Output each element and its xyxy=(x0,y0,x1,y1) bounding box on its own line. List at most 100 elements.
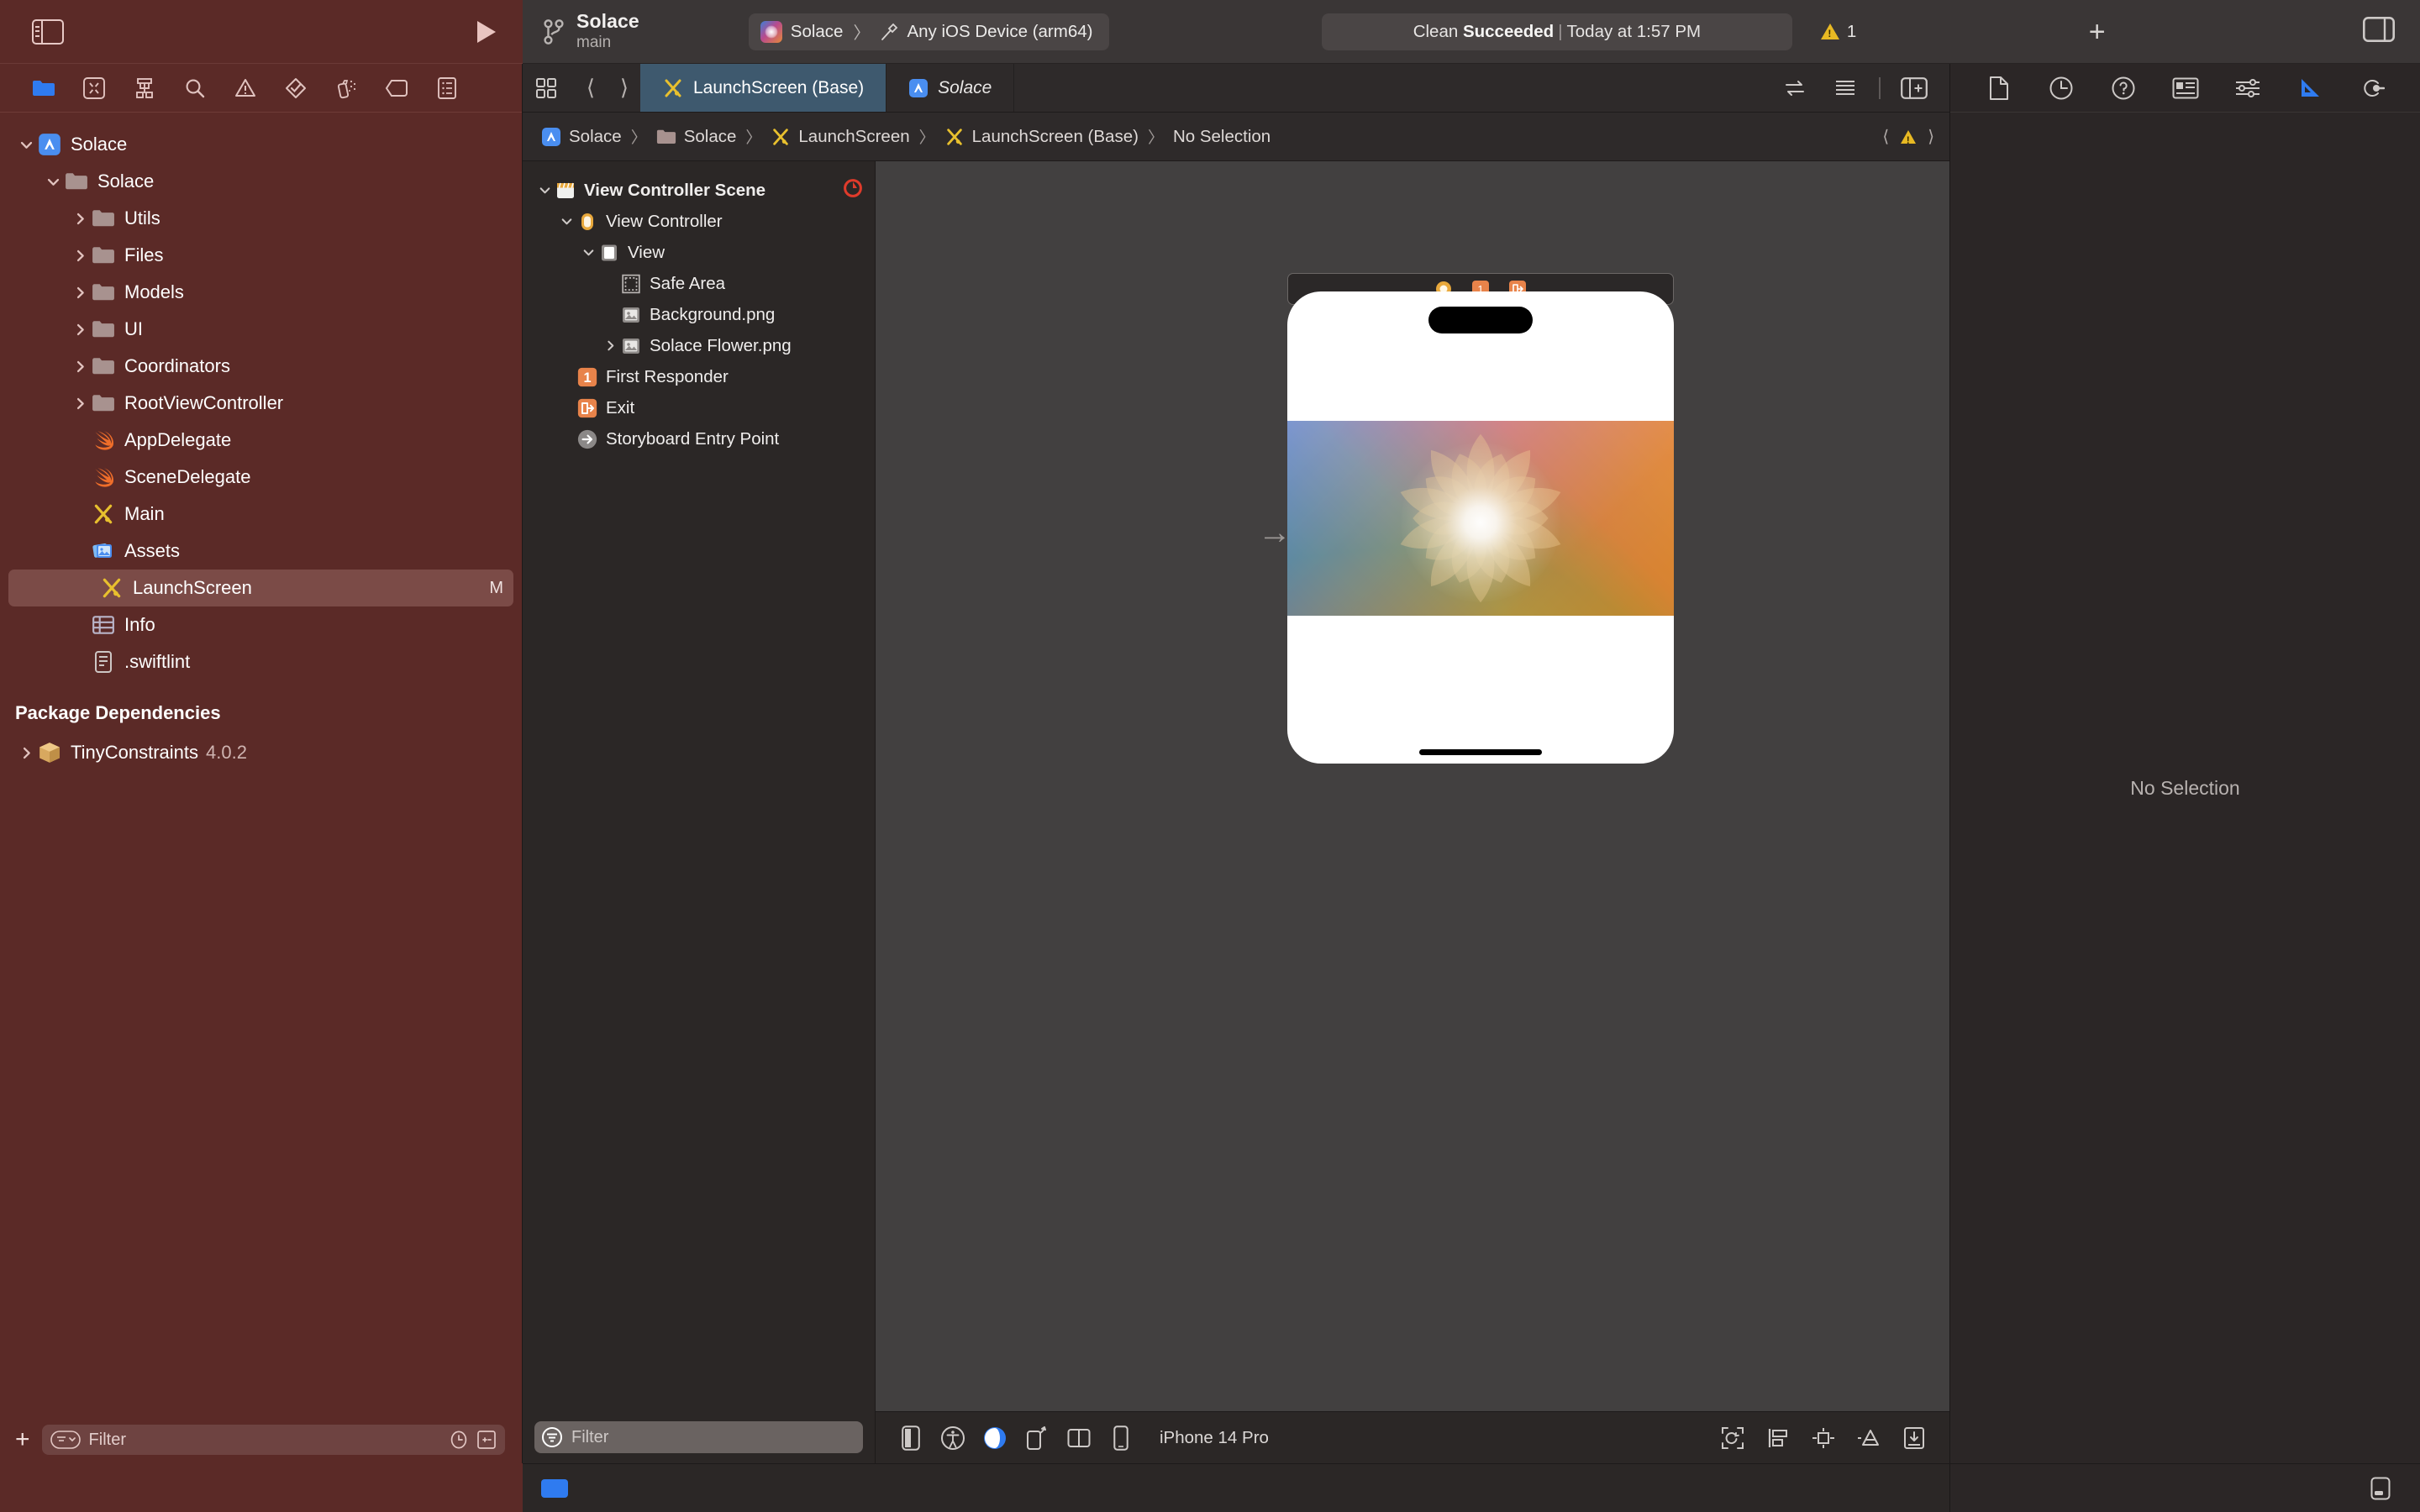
disclosure-triangle[interactable] xyxy=(15,746,37,760)
navigator-row[interactable]: Models xyxy=(0,274,522,311)
outline-row[interactable]: Storyboard Entry Point xyxy=(523,423,875,454)
navigator-row[interactable]: Assets xyxy=(0,533,522,570)
navigator-row[interactable]: Main xyxy=(0,496,522,533)
device-preview[interactable] xyxy=(1287,291,1674,764)
zoom-to-fit-button[interactable] xyxy=(1714,1421,1751,1455)
warning-triangle-icon[interactable] xyxy=(1901,129,1917,146)
scheme-info[interactable]: Solace main xyxy=(576,11,639,52)
sidebar-right-icon[interactable] xyxy=(2317,16,2396,46)
outline-filter-input[interactable]: Filter xyxy=(534,1421,863,1453)
chevron-down-icon[interactable] xyxy=(46,175,60,189)
connections-inspector-tab[interactable] xyxy=(2355,71,2389,105)
activity-status-pill[interactable]: Clean Succeeded | Today at 1:57 PM xyxy=(1321,13,1792,50)
outline-row[interactable]: Solace Flower.png xyxy=(523,330,875,361)
sidebar-item-test-navigator[interactable] xyxy=(271,70,321,107)
tab-launchscreen-base[interactable]: LaunchScreen (Base) xyxy=(640,64,887,112)
navigator-row[interactable]: Utils xyxy=(0,200,522,237)
navigator-row[interactable]: Solace xyxy=(0,163,522,200)
breadcrumb-item[interactable]: Solace xyxy=(541,127,622,147)
tab-solace[interactable]: Solace xyxy=(886,64,1015,112)
background-image-view[interactable] xyxy=(1287,421,1674,616)
chevron-left-icon[interactable]: ⟨ xyxy=(575,75,607,101)
size-inspector-tab[interactable] xyxy=(2293,71,2327,105)
navigator-filter-input[interactable]: Filter xyxy=(41,1425,505,1455)
align-button[interactable] xyxy=(1760,1421,1797,1455)
disclosure-triangle[interactable] xyxy=(600,339,620,352)
disclosure-triangle[interactable] xyxy=(69,323,91,337)
disclosure-triangle[interactable] xyxy=(69,212,91,226)
add-editor-icon[interactable] xyxy=(1891,76,1938,99)
orientation-button[interactable] xyxy=(1018,1421,1055,1455)
disclosure-triangle[interactable] xyxy=(69,396,91,411)
breadcrumb-item[interactable]: Solace xyxy=(656,127,736,147)
plus-icon[interactable]: + xyxy=(15,1427,30,1452)
outline-row[interactable]: Exit xyxy=(523,392,875,423)
activity-blue-icon[interactable] xyxy=(541,1478,568,1498)
editor-grid-icon[interactable] xyxy=(523,64,570,112)
chevron-right-icon[interactable] xyxy=(19,746,34,760)
navigator-row[interactable]: Solace xyxy=(0,126,522,163)
split-view-button[interactable] xyxy=(1060,1421,1097,1455)
warning-indicator[interactable]: 1 xyxy=(1820,22,1856,42)
chevron-right-icon[interactable] xyxy=(73,212,87,226)
navigator-row[interactable]: Coordinators xyxy=(0,348,522,385)
breadcrumb-item[interactable]: No Selection xyxy=(1173,127,1270,147)
console-toggle-icon[interactable] xyxy=(2366,1474,2395,1503)
chevron-right-icon[interactable] xyxy=(73,360,87,374)
chevron-down-icon[interactable] xyxy=(582,246,595,259)
history-inspector-tab[interactable] xyxy=(2044,71,2078,105)
sidebar-item-issue-navigator[interactable] xyxy=(220,70,271,107)
lines-list-icon[interactable] xyxy=(1822,78,1869,98)
play-icon[interactable] xyxy=(477,20,496,43)
file-inspector-tab[interactable] xyxy=(1982,71,2016,105)
chevron-right-icon[interactable]: ⟩ xyxy=(608,75,640,101)
navigator-row[interactable]: Files xyxy=(0,237,522,274)
sidebar-item-source-control-navigator[interactable] xyxy=(69,70,119,107)
chevron-right-icon[interactable] xyxy=(73,323,87,337)
disclosure-triangle[interactable] xyxy=(534,184,555,197)
disclosure-triangle[interactable] xyxy=(69,360,91,374)
add-constraints-button[interactable] xyxy=(1896,1421,1933,1455)
navigator-row[interactable]: SceneDelegate xyxy=(0,459,522,496)
navigator-row[interactable]: RootViewController xyxy=(0,385,522,422)
navigator-row[interactable]: AppDelegate xyxy=(0,422,522,459)
chevron-right-icon[interactable] xyxy=(73,249,87,263)
chevron-right-icon[interactable]: ⟩ xyxy=(1928,126,1934,147)
chevron-down-icon[interactable] xyxy=(560,215,573,228)
device-label[interactable]: iPhone 14 Pro xyxy=(1160,1428,1269,1448)
disclosure-triangle[interactable] xyxy=(69,249,91,263)
recent-clock-icon[interactable] xyxy=(450,1430,468,1450)
device-picker-button[interactable] xyxy=(1102,1421,1139,1455)
breadcrumb-item[interactable]: LaunchScreen (Base) xyxy=(944,127,1139,147)
device-variant-button[interactable] xyxy=(892,1421,929,1455)
navigator-row-selected[interactable]: LaunchScreen M xyxy=(8,570,513,606)
chevron-right-icon[interactable] xyxy=(73,286,87,300)
add-button[interactable]: + xyxy=(2069,18,2106,46)
sidebar-item-project-navigator[interactable] xyxy=(18,70,69,107)
outline-row[interactable]: View Controller xyxy=(523,206,875,237)
sidebar-item-find-navigator[interactable] xyxy=(170,70,220,107)
navigator-row[interactable]: .swiftlint xyxy=(0,643,522,680)
disclosure-triangle[interactable] xyxy=(556,215,576,228)
outline-row[interactable]: 1 First Responder xyxy=(523,361,875,392)
sidebar-item-breakpoint-navigator[interactable] xyxy=(371,70,422,107)
outline-row[interactable]: View xyxy=(523,237,875,268)
source-control-filter-icon[interactable] xyxy=(476,1430,497,1450)
navigator-package-row[interactable]: TinyConstraints 4.0.2 xyxy=(0,734,522,771)
accessibility-icon[interactable] xyxy=(934,1421,971,1455)
scheme-destination-selector[interactable]: Solace 〉 Any iOS Device (arm64) xyxy=(748,13,1110,50)
code-review-arrows-icon[interactable] xyxy=(1771,78,1818,98)
entry-point-red-icon[interactable] xyxy=(843,178,863,203)
outline-row[interactable]: View Controller Scene xyxy=(523,175,875,206)
sidebar-item-report-navigator[interactable] xyxy=(422,70,472,107)
quick-help-inspector-tab[interactable] xyxy=(2107,71,2140,105)
chevron-left-icon[interactable]: ⟨ xyxy=(1882,126,1889,147)
sidebar-item-hierarchy-navigator[interactable] xyxy=(119,70,170,107)
chevron-right-icon[interactable] xyxy=(73,396,87,411)
outline-row[interactable]: Background.png xyxy=(523,299,875,330)
storyboard-canvas[interactable]: 1 → xyxy=(876,161,1949,1411)
disclosure-triangle[interactable] xyxy=(42,175,64,189)
outline-row[interactable]: Safe Area xyxy=(523,268,875,299)
disclosure-triangle[interactable] xyxy=(15,138,37,152)
navigator-row[interactable]: UI xyxy=(0,311,522,348)
